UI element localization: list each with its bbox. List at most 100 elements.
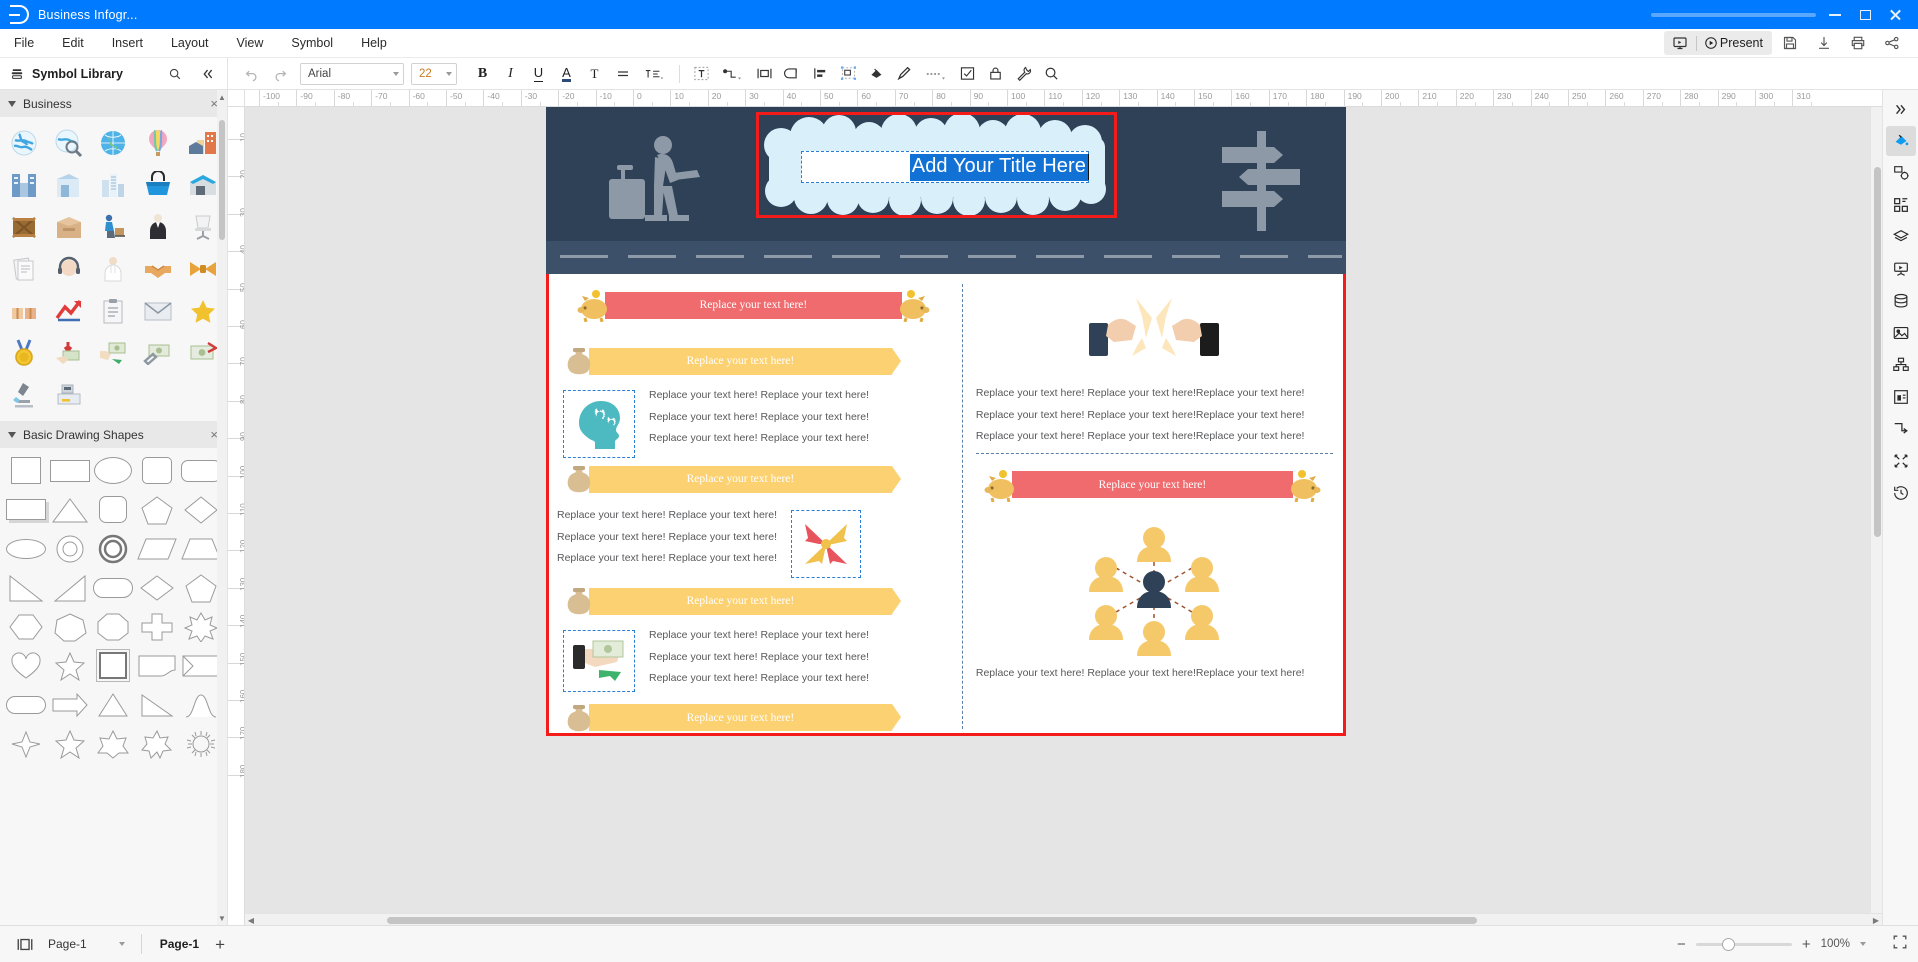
shape-ellipse[interactable] — [92, 454, 136, 487]
shape-arrow-block[interactable] — [48, 688, 92, 721]
right-text-block-top[interactable]: Replace your text here! Replace your tex… — [976, 388, 1333, 442]
duplicate-icon[interactable] — [779, 61, 806, 87]
shape-star-7[interactable] — [135, 727, 179, 760]
vertical-ruler[interactable]: 10 20 30 40 50 60 70 80 90 100 110 120 130 140 150 160 1… — [228, 107, 245, 925]
shape-circle-ring[interactable] — [48, 532, 92, 565]
symbol-shopping-basket[interactable] — [136, 165, 181, 205]
shape-heart[interactable] — [4, 649, 48, 682]
teamwork-puzzle-arrows-icon[interactable] — [791, 510, 862, 578]
shape-octagon[interactable] — [92, 610, 136, 643]
category-header-business[interactable]: Business × — [0, 90, 227, 117]
banner-red-right[interactable]: Replace your text here! — [984, 469, 1321, 502]
text-style-button[interactable]: T — [581, 61, 608, 87]
sidebar-org-chart-icon[interactable] — [1886, 350, 1916, 380]
scroll-up-arrow[interactable]: ▲ — [217, 90, 227, 104]
menu-help[interactable]: Help — [347, 29, 401, 58]
group-icon[interactable] — [751, 61, 778, 87]
shape-star-6[interactable] — [92, 727, 136, 760]
sidebar-grid-apps-icon[interactable] — [1886, 190, 1916, 220]
line-style-icon[interactable] — [919, 61, 953, 87]
zoom-out-button[interactable]: − — [1677, 937, 1686, 952]
shape-rounded-bar[interactable] — [4, 688, 48, 721]
sidebar-layers-icon[interactable] — [1886, 222, 1916, 252]
add-page-button[interactable]: + — [209, 936, 231, 953]
library-scroll-thumb[interactable] — [219, 120, 225, 240]
symbol-documents[interactable] — [2, 249, 47, 289]
symbol-headset-support[interactable] — [47, 249, 92, 289]
shape-ellipse-thin[interactable] — [4, 532, 48, 565]
sidebar-image-icon[interactable] — [1886, 318, 1916, 348]
symbol-red-arrow-chart[interactable] — [47, 291, 92, 331]
banner-yellow-3[interactable]: Replace your text here! — [565, 586, 901, 616]
symbol-hand-money[interactable] — [91, 333, 136, 373]
right-text-block-bottom[interactable]: Replace your text here! Replace your tex… — [976, 667, 1333, 679]
font-family-select[interactable]: Arial — [300, 62, 404, 85]
banner-yellow-2[interactable]: Replace your text here! — [565, 464, 901, 494]
hand-giving-money-icon[interactable] — [563, 630, 635, 692]
zoom-level-label[interactable]: 100% — [1821, 938, 1850, 950]
symbol-cardboard-box[interactable] — [47, 207, 92, 247]
vertical-scrollbar[interactable] — [1870, 107, 1882, 913]
horizontal-ruler[interactable]: -100 -90 -80 -70 -60 -50 -40 -30 -20 -10 0 10 20 30 40… — [245, 90, 1882, 107]
download-icon[interactable] — [1808, 30, 1840, 56]
scroll-right-arrow[interactable]: ▶ — [1870, 914, 1882, 925]
vertical-scroll-thumb[interactable] — [1874, 167, 1881, 537]
lock-icon[interactable] — [982, 61, 1009, 87]
symbol-globe-search[interactable] — [47, 123, 92, 163]
menu-symbol[interactable]: Symbol — [277, 29, 347, 58]
symbol-wooden-crate[interactable] — [2, 207, 47, 247]
tools-icon[interactable] — [1010, 61, 1037, 87]
sidebar-database-icon[interactable] — [1886, 286, 1916, 316]
head-with-gears-icon[interactable] — [563, 390, 635, 458]
print-icon[interactable] — [1842, 30, 1874, 56]
double-chevron-right-icon[interactable] — [1886, 94, 1916, 124]
symbol-checklist-clipboard[interactable] — [91, 291, 136, 331]
zoom-in-button[interactable]: + — [1802, 937, 1811, 952]
italic-button[interactable]: I — [497, 61, 524, 87]
font-size-select[interactable]: 22 — [411, 62, 457, 85]
sidebar-history-icon[interactable] — [1886, 478, 1916, 508]
symbol-scientist[interactable] — [91, 249, 136, 289]
underline-button[interactable]: U — [525, 61, 552, 87]
pen-line-icon[interactable] — [891, 61, 918, 87]
shape-rounded-square[interactable] — [135, 454, 179, 487]
align-icon[interactable] — [609, 61, 636, 87]
search-icon[interactable] — [161, 61, 188, 87]
fill-bucket-icon[interactable] — [863, 61, 890, 87]
library-scrollbar[interactable]: ▲ ▼ — [217, 90, 227, 925]
minimize-button[interactable] — [1820, 0, 1850, 29]
symbol-gold-medal[interactable] — [2, 333, 47, 373]
banner-yellow-1[interactable]: Replace your text here! — [565, 346, 901, 376]
undo-icon[interactable] — [238, 61, 265, 87]
symbol-office-block[interactable] — [47, 165, 92, 205]
banner-yellow-4[interactable]: Replace your text here! — [565, 703, 901, 733]
shape-square-selected[interactable] — [92, 649, 136, 682]
shape-stadium[interactable] — [92, 571, 136, 604]
shape-circle-double[interactable] — [92, 532, 136, 565]
title-text-box[interactable]: Add Your Title Here — [801, 151, 1089, 183]
select-all-icon[interactable] — [835, 61, 862, 87]
page-tab-page-1[interactable]: Page-1 — [150, 937, 209, 951]
shape-triangle[interactable] — [48, 493, 92, 526]
shape-arrow-triangle[interactable] — [135, 688, 179, 721]
shape-star-5-outline[interactable] — [48, 727, 92, 760]
horizontal-scrollbar[interactable]: ◀ ▶ — [245, 913, 1882, 925]
shape-star-5[interactable] — [48, 649, 92, 682]
symbol-gift-boxes[interactable] — [2, 291, 47, 331]
bold-button[interactable]: B — [469, 61, 496, 87]
infographic-page[interactable]: Add Your Title Here Replace your text he… — [546, 107, 1346, 736]
menu-file[interactable]: File — [0, 29, 48, 58]
banner-red-top[interactable]: Replace your text here! — [577, 290, 930, 323]
share-icon[interactable] — [1876, 30, 1908, 56]
people-network-diagram-icon[interactable] — [974, 520, 1335, 658]
menu-layout[interactable]: Layout — [157, 29, 223, 58]
symbol-microscope[interactable] — [2, 375, 47, 415]
chevron-down-icon[interactable] — [1860, 942, 1866, 946]
symbol-handshake[interactable] — [136, 249, 181, 289]
save-icon[interactable] — [1774, 30, 1806, 56]
symbol-skyscrapers[interactable] — [2, 165, 47, 205]
menu-insert[interactable]: Insert — [98, 29, 157, 58]
text-block-3[interactable]: Replace your text here! Replace your tex… — [649, 630, 869, 695]
sidebar-connector-route-icon[interactable] — [1886, 414, 1916, 444]
hero-banner[interactable]: Add Your Title Here — [546, 107, 1346, 274]
